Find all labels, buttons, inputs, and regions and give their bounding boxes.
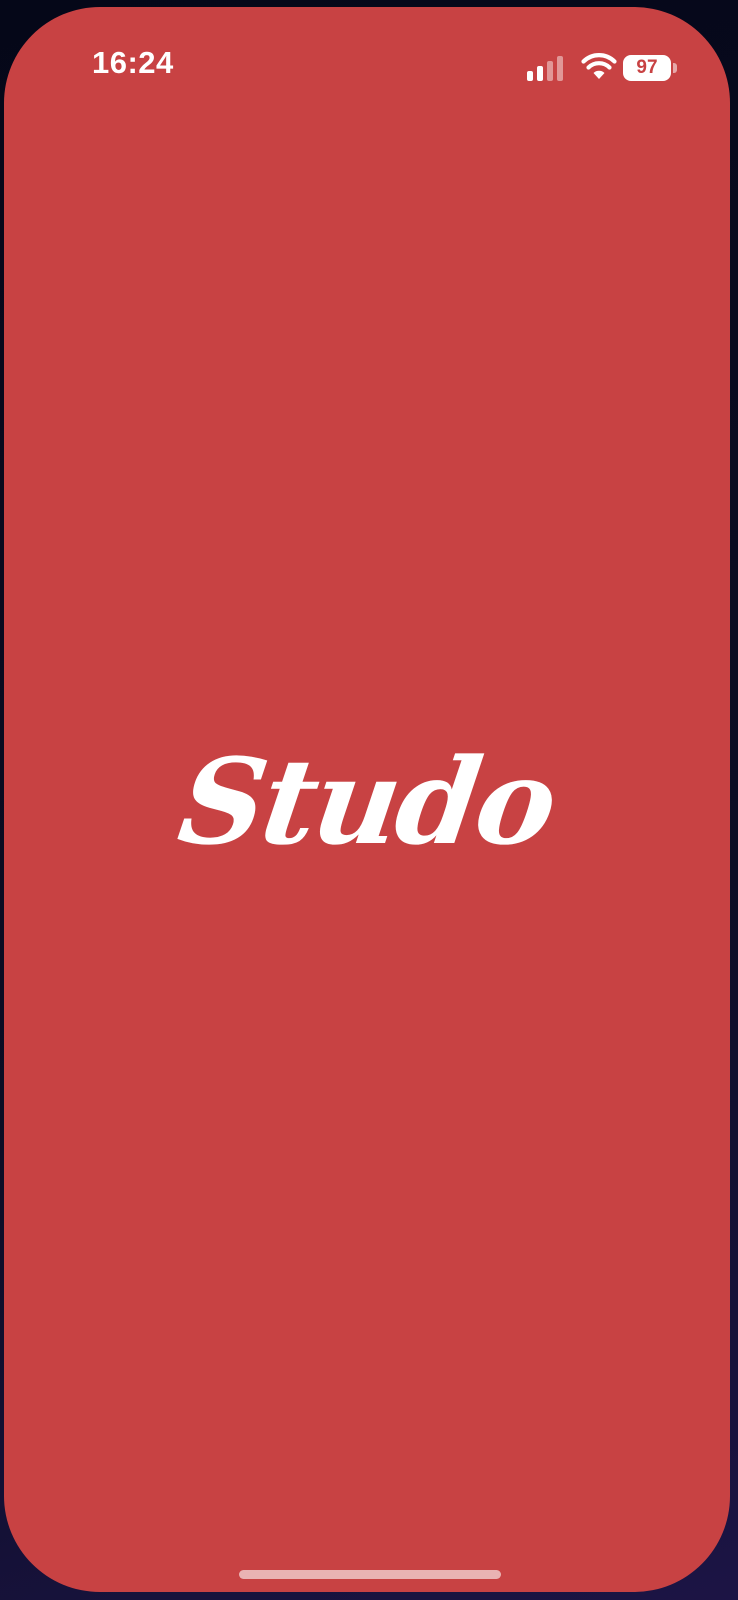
status-bar: 16:24 97 — [4, 7, 730, 117]
status-time: 16:24 — [92, 45, 174, 80]
battery-icon: 97 — [623, 55, 679, 83]
app-logo-text: Studo — [171, 732, 563, 871]
home-indicator[interactable] — [239, 1570, 501, 1579]
splash-screen: 16:24 97 Studo — [4, 7, 730, 1592]
battery-cap — [673, 63, 677, 73]
app-logo: Studo — [4, 732, 730, 872]
cellular-signal-icon — [527, 53, 567, 81]
battery-level: 97 — [636, 57, 658, 78]
wifi-icon — [581, 52, 617, 80]
